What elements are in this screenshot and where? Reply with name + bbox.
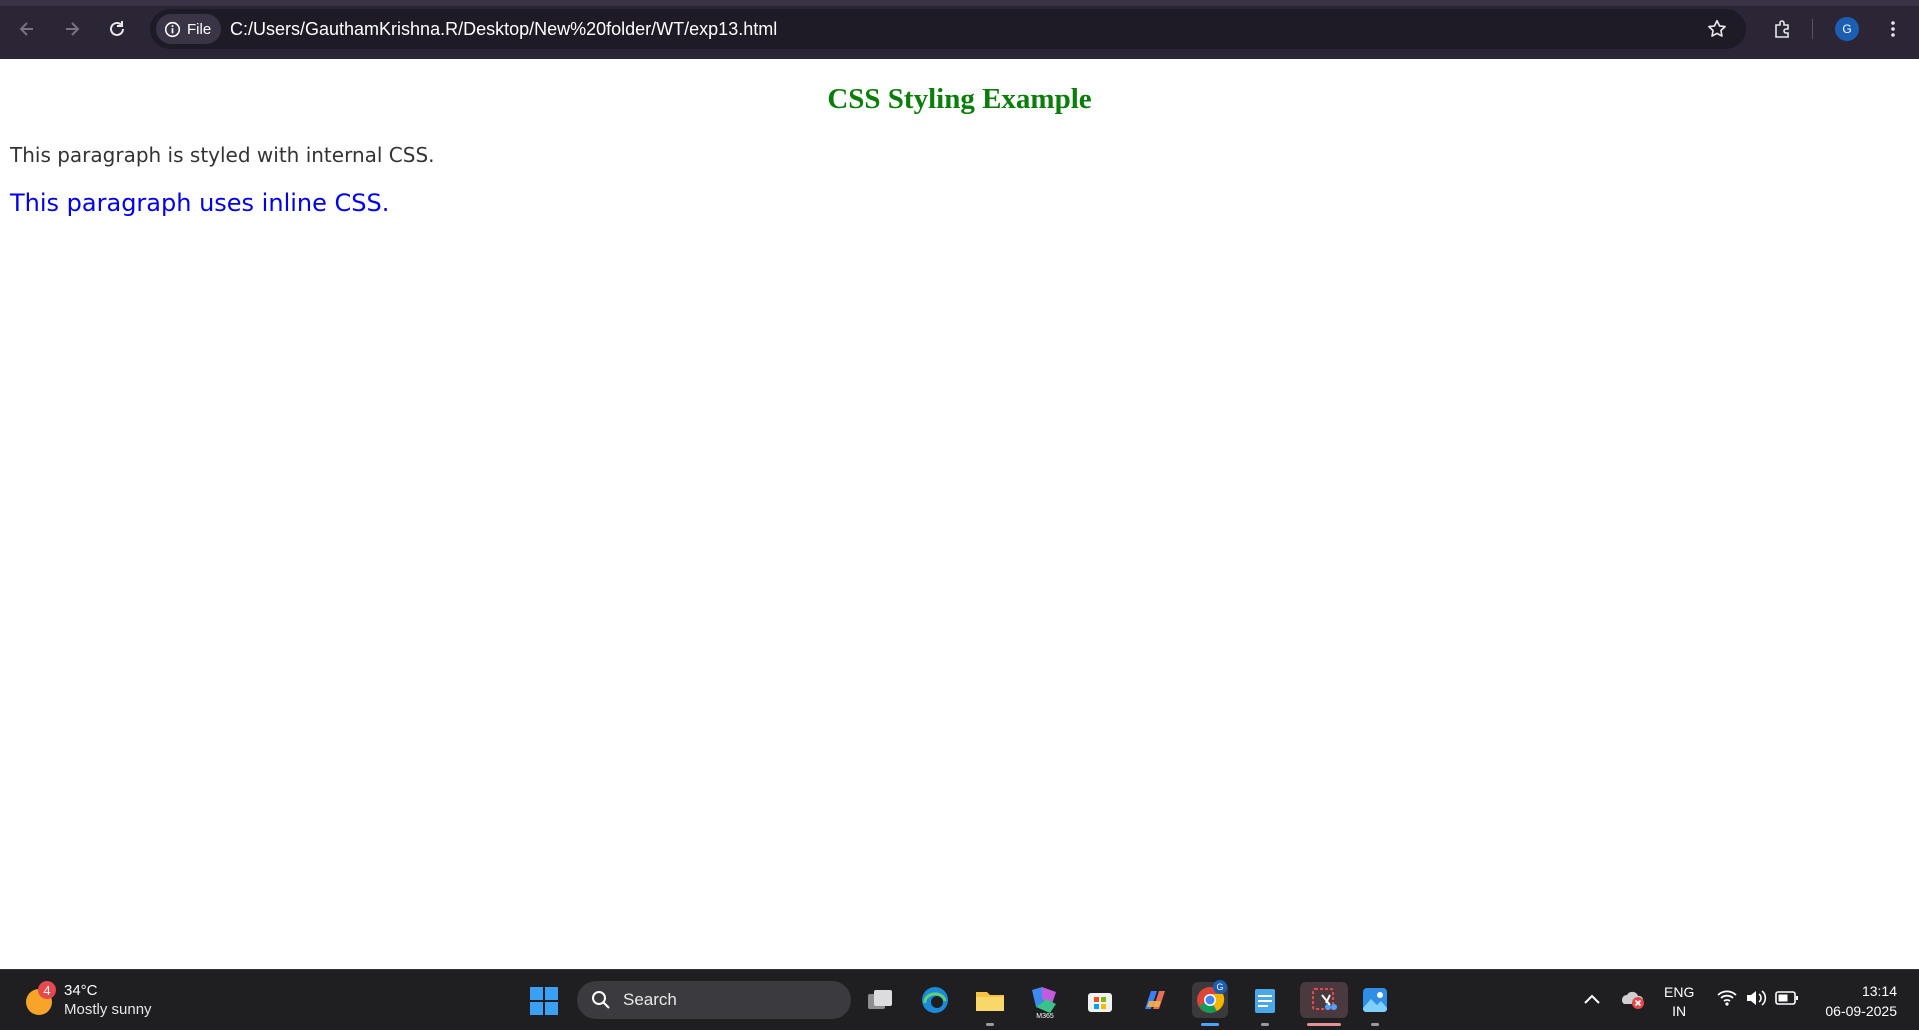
- photos-icon: [1363, 988, 1387, 1012]
- chrome-button[interactable]: G: [1192, 980, 1228, 1026]
- task-view-icon: [868, 990, 892, 1009]
- internal-css-paragraph: This paragraph is styled with internal C…: [10, 143, 435, 167]
- notepad-button[interactable]: [1247, 982, 1283, 1026]
- snipping-tool-icon: [1312, 988, 1337, 1010]
- taskbar-search[interactable]: Search: [577, 981, 851, 1019]
- language-code: ENG: [1664, 984, 1695, 1000]
- forward-arrow-icon: [66, 22, 80, 36]
- photos-button[interactable]: [1357, 982, 1393, 1026]
- site-info-chip[interactable]: File: [156, 14, 222, 44]
- chrome-profile-badge: G: [1213, 980, 1227, 994]
- store-button[interactable]: [1082, 982, 1118, 1018]
- weather-badge: 4: [38, 981, 56, 999]
- forward-button[interactable]: [57, 14, 87, 44]
- site-info-label: File: [187, 20, 212, 38]
- profile-avatar[interactable]: G: [1835, 17, 1859, 41]
- copilot-icon: [1145, 991, 1165, 1009]
- store-icon: [1088, 993, 1112, 1012]
- volume-icon[interactable]: [1745, 988, 1767, 1008]
- tab-strip: [0, 0, 1919, 6]
- task-view-button[interactable]: [862, 982, 898, 1018]
- search-label: Search: [623, 990, 677, 1009]
- url-text[interactable]: C:/Users/GauthamKrishna.R/Desktop/New%20…: [230, 19, 777, 40]
- file-explorer-button[interactable]: [972, 982, 1008, 1026]
- weather-desc: Mostly sunny: [64, 1001, 152, 1018]
- page-title: CSS Styling Example: [827, 83, 1092, 115]
- extensions-icon: [1775, 20, 1789, 38]
- language-indicator[interactable]: ENG IN: [1664, 983, 1694, 1021]
- m365-text: M365: [1036, 1013, 1054, 1020]
- weather-temp: 34°C: [64, 982, 98, 999]
- weather-widget[interactable]: 4 34°C Mostly sunny: [24, 981, 152, 1018]
- chevron-up-icon[interactable]: [1583, 992, 1601, 1006]
- kebab-menu-icon: [1891, 21, 1895, 37]
- extensions-button[interactable]: [1767, 14, 1797, 44]
- onedrive-error-icon[interactable]: [1620, 988, 1646, 1010]
- weather-icon: 4: [24, 981, 56, 1015]
- taskbar: 4 34°C Mostly sunny Search M365 G ENG IN…: [0, 969, 1919, 1030]
- m365-button[interactable]: M365: [1027, 982, 1063, 1020]
- address-bar[interactable]: File C:/Users/GauthamKrishna.R/Desktop/N…: [150, 9, 1746, 49]
- wifi-icon[interactable]: [1716, 988, 1738, 1008]
- system-clock[interactable]: 13:14 06-09-2025: [1815, 981, 1897, 1021]
- menu-button[interactable]: [1878, 14, 1908, 44]
- star-icon[interactable]: [1706, 18, 1728, 40]
- battery-icon[interactable]: [1775, 990, 1799, 1006]
- back-button[interactable]: [12, 14, 42, 44]
- page-content: CSS Styling Example This paragraph is st…: [0, 59, 1919, 969]
- snipping-tool-button[interactable]: [1300, 982, 1348, 1026]
- notepad-icon: [1255, 989, 1275, 1013]
- copilot-button[interactable]: [1137, 982, 1173, 1018]
- reload-button[interactable]: [102, 14, 132, 44]
- toolbar-divider: [1812, 19, 1813, 39]
- region-code: IN: [1672, 1003, 1687, 1019]
- reload-icon: [110, 21, 124, 36]
- file-explorer-icon: [976, 992, 1004, 1011]
- info-icon: [164, 21, 181, 37]
- inline-css-paragraph: This paragraph uses inline CSS.: [10, 189, 390, 217]
- clock-date: 06-09-2025: [1825, 1003, 1897, 1019]
- edge-button[interactable]: [917, 982, 953, 1018]
- edge-icon: [922, 987, 948, 1013]
- back-arrow-icon: [19, 22, 33, 36]
- windows-start-icon[interactable]: [529, 986, 559, 1016]
- search-icon: [592, 991, 610, 1009]
- m365-icon: [1032, 987, 1056, 1013]
- clock-time: 13:14: [1861, 983, 1897, 999]
- browser-toolbar: File C:/Users/GauthamKrishna.R/Desktop/N…: [0, 0, 1919, 59]
